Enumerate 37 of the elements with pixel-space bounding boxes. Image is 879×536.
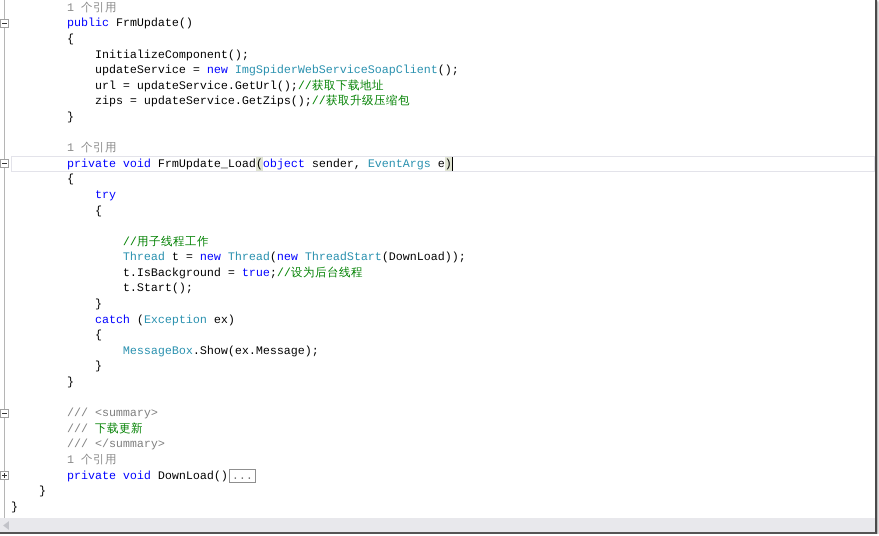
collapse-toggle-icon[interactable] — [0, 18, 9, 28]
code-line: t.IsBackground = true;//设为后台线程 — [122, 266, 363, 280]
code-line: zips = updateService.GetZips();//获取升级压缩包 — [94, 94, 410, 108]
code-line: catch (Exception ex) — [94, 312, 235, 327]
reference-count-link[interactable]: 1 个引用 — [66, 0, 117, 15]
code-line: } — [94, 297, 102, 312]
code-line: /// </summary> — [66, 437, 165, 452]
collapse-toggle-icon[interactable] — [0, 159, 9, 168]
code-line: public FrmUpdate() — [66, 16, 193, 30]
code-line: MessageBox.Show(ex.Message); — [122, 344, 319, 358]
code-line: } — [94, 359, 102, 374]
code-line: updateService = new ImgSpiderWebServiceSoapClient(); — [94, 63, 459, 78]
text-cursor — [452, 156, 453, 171]
code-line: Thread t = new Thread(new ThreadStart(DownLoad)); — [122, 250, 466, 264]
code-line: try — [94, 188, 116, 202]
horizontal-scrollbar[interactable] — [0, 518, 875, 532]
reference-count-link[interactable]: 1 个引用 — [66, 141, 117, 156]
code-line: } — [66, 110, 74, 124]
code-line: private void DownLoad() — [66, 468, 228, 483]
code-line: { — [94, 328, 102, 342]
code-line: } — [38, 484, 46, 498]
code-line: } — [11, 500, 18, 514]
code-line: { — [66, 32, 74, 46]
collapsed-region-button[interactable]: ... — [228, 468, 256, 483]
code-line: t.Start(); — [122, 281, 193, 296]
code-line: { — [94, 204, 102, 218]
expand-toggle-icon[interactable] — [0, 471, 9, 480]
code-line: { — [66, 172, 74, 186]
code-line: //用子线程工作 — [122, 234, 209, 249]
code-line: InitializeComponent(); — [94, 48, 249, 62]
code-line: } — [66, 375, 74, 390]
reference-count-link[interactable]: 1 个引用 — [66, 453, 117, 468]
code-line: /// 下载更新 — [66, 422, 143, 436]
code-line: private void FrmUpdate_Load(object sender, EventArgs e) — [66, 156, 452, 171]
code-line: /// <summary> — [66, 406, 158, 420]
collapse-toggle-icon[interactable] — [0, 408, 9, 418]
code-line: url = updateService.GetUrl();//获取下载地址 — [94, 78, 384, 93]
